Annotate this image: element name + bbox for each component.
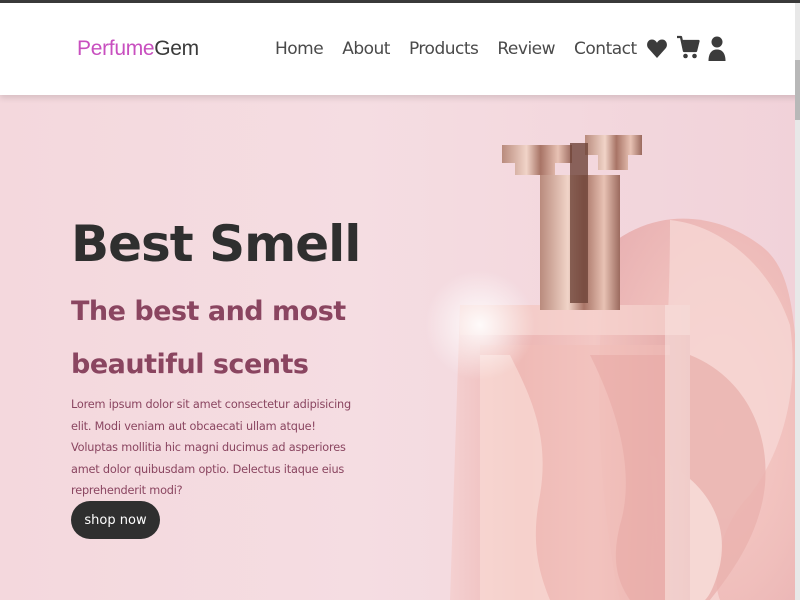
nav-home[interactable]: Home bbox=[275, 39, 324, 59]
perfume-bottle-image bbox=[425, 135, 800, 600]
nav-review[interactable]: Review bbox=[497, 39, 555, 59]
brand-logo[interactable]: PerfumeGem bbox=[77, 37, 199, 61]
main-nav: Home About Products Review Contact bbox=[275, 39, 656, 59]
hero-section: Best Smell The best and most beautiful s… bbox=[0, 95, 800, 600]
heart-icon[interactable] bbox=[646, 33, 668, 63]
brand-logo-part1: Perfume bbox=[77, 37, 155, 60]
nav-about[interactable]: About bbox=[342, 39, 390, 59]
hero-subtitle: The best and most beautiful scents bbox=[71, 296, 346, 380]
brand-logo-part2: Gem bbox=[154, 37, 199, 60]
hero-title: Best Smell bbox=[71, 215, 361, 273]
cart-icon[interactable] bbox=[676, 33, 700, 63]
header-icons bbox=[646, 33, 728, 63]
scrollbar-thumb[interactable] bbox=[795, 60, 800, 120]
nav-contact[interactable]: Contact bbox=[574, 39, 637, 59]
shop-now-button[interactable]: shop now bbox=[71, 501, 160, 539]
hero-paragraph: Lorem ipsum dolor sit amet consectetur a… bbox=[71, 398, 351, 497]
user-icon[interactable] bbox=[706, 33, 728, 63]
nav-products[interactable]: Products bbox=[409, 39, 479, 59]
site-header: PerfumeGem Home About Products Review Co… bbox=[0, 3, 800, 95]
